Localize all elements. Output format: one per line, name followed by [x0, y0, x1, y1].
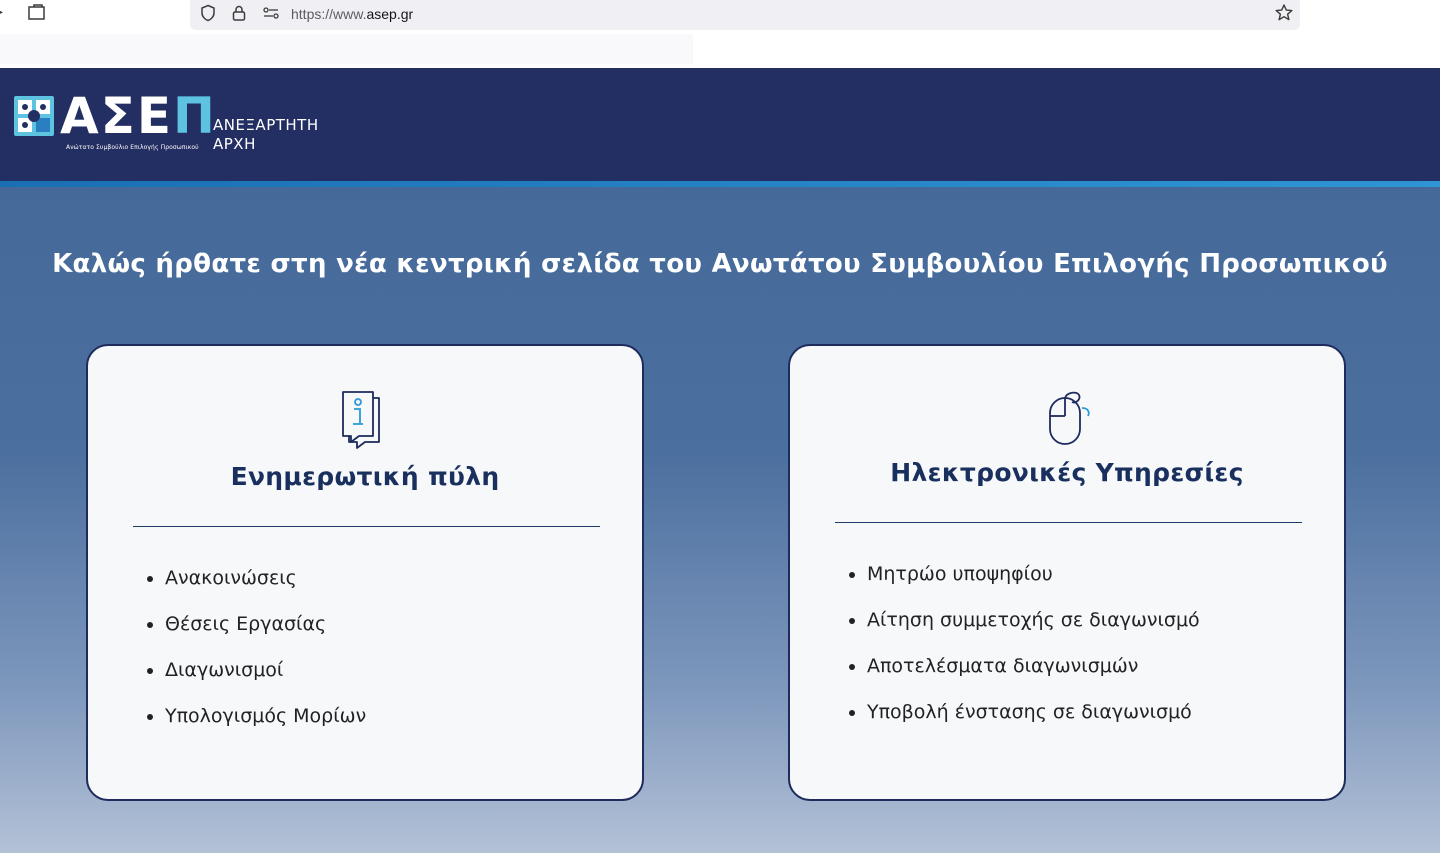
url-host: asep.gr	[366, 6, 414, 22]
list-item-candidate-registry[interactable]: Μητρώο υποψηφίου	[848, 563, 1200, 609]
lock-icon[interactable]	[230, 4, 248, 22]
e-services-card[interactable]: Ηλεκτρονικές Υπηρεσίες Μητρώο υποψηφίου …	[788, 344, 1346, 801]
shield-icon[interactable]	[199, 4, 217, 22]
list-item-announcements[interactable]: Ανακοινώσεις	[146, 567, 366, 613]
welcome-prefix: Καλώς ήρθατε στη νέα κεντρική σελίδα του	[52, 249, 712, 279]
e-services-title[interactable]: Ηλεκτρονικές Υπηρεσίες	[790, 458, 1344, 487]
logo-subtitle: Ανώτατο Συμβούλιο Επιλογής Προσωπικού	[66, 144, 199, 151]
info-portal-card[interactable]: Ενημερωτική πύλη Ανακοινώσεις Θέσεις Εργ…	[86, 344, 644, 801]
list-item-application[interactable]: Αίτηση συμμετοχής σε διαγωνισμό	[848, 609, 1200, 655]
info-document-icon	[88, 390, 642, 450]
permissions-icon[interactable]	[262, 4, 280, 22]
info-portal-divider	[133, 526, 600, 527]
authority-line-2: ΑΡΧΗ	[213, 135, 256, 153]
notification-strip	[0, 34, 693, 64]
browser-toolbar: ▸ https://www.asep.gr	[0, 0, 1440, 68]
list-item-job-positions[interactable]: Θέσεις Εργασίας	[146, 613, 366, 659]
url-scheme: https://www.	[291, 6, 367, 22]
list-item-competitions[interactable]: Διαγωνισμοί	[146, 659, 366, 705]
url-bar[interactable]: https://www.asep.gr	[190, 0, 1300, 30]
authority-label: ΑΝΕΞΑΡΤΗΤΗ ΑΡΧΗ	[213, 116, 319, 154]
welcome-organization: Ανωτάτου Συμβουλίου Επιλογής Προσωπικού	[711, 249, 1388, 279]
back-arrow-icon[interactable]: ▸	[0, 4, 3, 20]
mouse-icon	[790, 390, 1344, 446]
list-item-points-calculation[interactable]: Υπολογισμός Μορίων	[146, 705, 366, 751]
logo-wordmark[interactable]: ΑΣΕΠ	[60, 88, 217, 144]
logo-word-accent: Π	[173, 87, 217, 145]
logo-mark-icon[interactable]	[14, 96, 54, 136]
logo-word-main: ΑΣΕ	[60, 87, 174, 145]
list-item-objection[interactable]: Υποβολή ένστασης σε διαγωνισμό	[848, 701, 1200, 747]
info-portal-list: Ανακοινώσεις Θέσεις Εργασίας Διαγωνισμοί…	[146, 567, 366, 751]
authority-line-1: ΑΝΕΞΑΡΤΗΤΗ	[213, 116, 319, 134]
url-text[interactable]: https://www.asep.gr	[291, 6, 413, 22]
bookmark-star-icon[interactable]	[1274, 3, 1294, 23]
tab-icon[interactable]	[28, 4, 46, 20]
e-services-list: Μητρώο υποψηφίου Αίτηση συμμετοχής σε δι…	[848, 563, 1200, 747]
info-portal-title[interactable]: Ενημερωτική πύλη	[88, 462, 642, 491]
list-item-results[interactable]: Αποτελέσματα διαγωνισμών	[848, 655, 1200, 701]
welcome-heading: Καλώς ήρθατε στη νέα κεντρική σελίδα του…	[0, 249, 1440, 279]
e-services-divider	[835, 522, 1302, 523]
